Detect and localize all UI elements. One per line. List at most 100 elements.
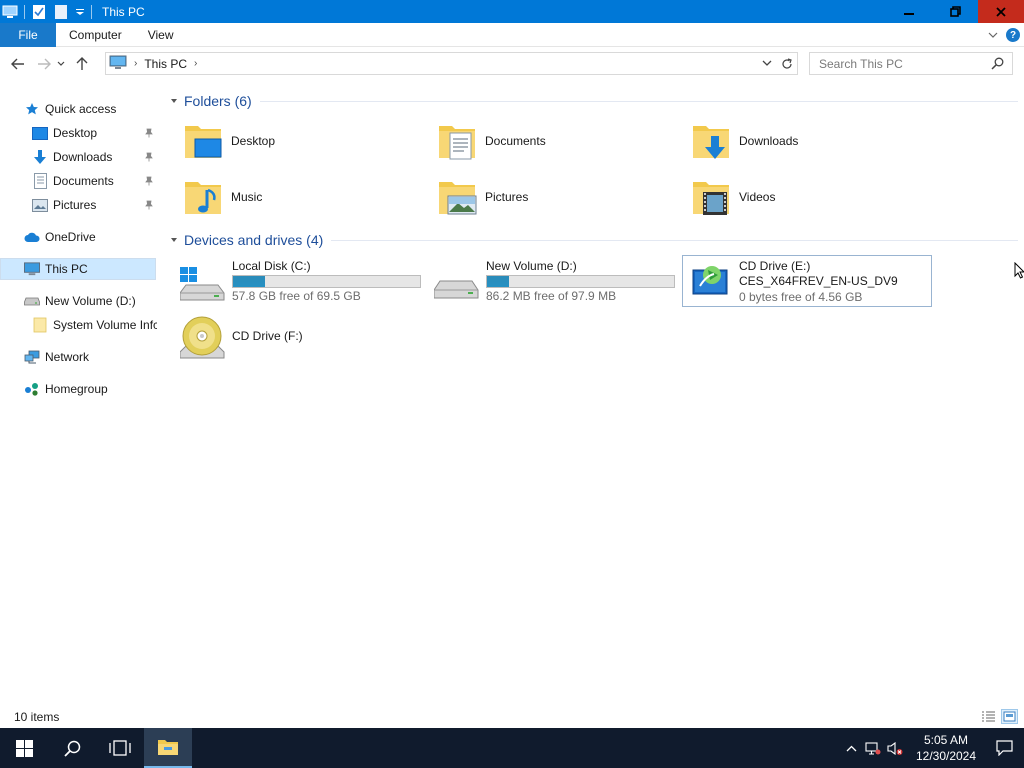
- search-input[interactable]: [819, 56, 989, 71]
- restore-button[interactable]: [932, 0, 978, 23]
- up-arrow-icon: [76, 56, 88, 70]
- restore-icon: [949, 6, 961, 17]
- address-bar-controls: [757, 53, 797, 74]
- sidebar-item-quick-access[interactable]: Quick access: [24, 98, 154, 120]
- folder-tile-downloads[interactable]: Downloads: [674, 116, 914, 166]
- dvd-setup-icon: [692, 262, 738, 302]
- folder-tile-videos[interactable]: Videos: [674, 172, 914, 222]
- network-icon: [24, 349, 40, 365]
- drive-usage-fill: [233, 276, 265, 287]
- refresh-icon[interactable]: [777, 53, 797, 74]
- search-taskbar-button[interactable]: [48, 728, 96, 768]
- pin-icon[interactable]: [144, 176, 154, 186]
- pin-icon[interactable]: [144, 200, 154, 210]
- tab-computer[interactable]: Computer: [56, 23, 135, 47]
- clock-date: 12/30/2024: [915, 749, 977, 763]
- sidebar-item-onedrive[interactable]: OneDrive: [24, 226, 154, 248]
- videos-folder-icon: [690, 176, 732, 218]
- file-explorer-taskbar-button[interactable]: [144, 728, 192, 768]
- help-icon[interactable]: ?: [1006, 28, 1020, 42]
- taskbar: 5:05 AM 12/30/2024: [0, 728, 1024, 768]
- recent-locations-button[interactable]: [55, 53, 67, 75]
- search-box[interactable]: [809, 52, 1013, 75]
- address-bar[interactable]: › This PC ›: [105, 52, 798, 75]
- window-computer-icon[interactable]: [2, 4, 18, 20]
- action-center-button[interactable]: [984, 728, 1024, 768]
- large-icons-view-icon[interactable]: [1001, 709, 1018, 724]
- drive-volume-name: CES_X64FREV_EN-US_DV9: [739, 274, 898, 288]
- sidebar-item-pictures[interactable]: Pictures: [32, 194, 154, 216]
- collapse-chevron-icon[interactable]: [169, 96, 179, 106]
- details-view-icon[interactable]: [980, 709, 997, 724]
- drive-free-space: 86.2 MB free of 97.9 MB: [486, 289, 617, 303]
- sidebar-item-label: Documents: [53, 174, 114, 188]
- tab-view[interactable]: View: [135, 23, 187, 47]
- item-count: 10 items: [14, 710, 60, 724]
- sidebar-item-new-volume-d[interactable]: New Volume (D:): [24, 290, 157, 312]
- close-button[interactable]: [978, 0, 1024, 23]
- drives-group-header[interactable]: Devices and drives (4): [166, 229, 1018, 251]
- task-view-icon: [109, 740, 131, 756]
- folder-label: Music: [231, 190, 263, 204]
- close-icon: [996, 6, 1006, 17]
- view-toggle: [980, 709, 1018, 724]
- volume-muted-icon[interactable]: [884, 728, 906, 768]
- breadcrumb-this-pc[interactable]: This PC: [144, 57, 187, 71]
- folder-tile-documents[interactable]: Documents: [420, 116, 660, 166]
- pin-icon[interactable]: [144, 128, 154, 138]
- sidebar-item-desktop[interactable]: Desktop: [32, 122, 154, 144]
- collapse-chevron-icon[interactable]: [169, 235, 179, 245]
- pictures-folder-icon: [436, 176, 478, 218]
- forward-button[interactable]: [33, 53, 55, 75]
- sidebar-item-this-pc[interactable]: This PC: [0, 258, 156, 280]
- sidebar-item-downloads[interactable]: Downloads: [32, 146, 154, 168]
- sidebar-item-documents[interactable]: Documents: [32, 170, 154, 192]
- drive-tile-cd-drive-f[interactable]: CD Drive (F:): [168, 311, 418, 361]
- drive-tile-new-volume-d[interactable]: New Volume (D:) 86.2 MB free of 97.9 MB: [422, 256, 675, 308]
- drive-tile-local-disk-c[interactable]: Local Disk (C:) 57.8 GB free of 69.5 GB: [168, 256, 421, 308]
- folder-icon: [32, 317, 48, 333]
- expand-ribbon-chevron-icon[interactable]: [988, 28, 998, 42]
- taskbar-clock[interactable]: 5:05 AM 12/30/2024: [908, 732, 984, 764]
- address-history-chevron-icon[interactable]: [757, 53, 777, 74]
- window-title: This PC: [102, 4, 145, 19]
- navigation-pane: Quick access Desktop Downloads Documents…: [0, 94, 157, 704]
- drive-usage-bar: [486, 275, 675, 288]
- customize-toolbar-chevron-icon[interactable]: [75, 4, 85, 20]
- toolbar-separator: [24, 4, 25, 19]
- pictures-icon: [32, 197, 48, 213]
- new-folder-icon[interactable]: [53, 4, 69, 20]
- back-button[interactable]: [7, 53, 29, 75]
- hard-drive-icon: [433, 263, 480, 303]
- sidebar-item-label: Homegroup: [45, 382, 108, 396]
- sidebar-item-label: OneDrive: [45, 230, 96, 244]
- minimize-button[interactable]: [886, 0, 932, 23]
- sidebar-item-homegroup[interactable]: Homegroup: [24, 378, 154, 400]
- drive-tile-cd-drive-e[interactable]: CD Drive (E:) CES_X64FREV_EN-US_DV9 0 by…: [682, 255, 932, 307]
- folder-tile-music[interactable]: Music: [166, 172, 406, 222]
- folder-tile-desktop[interactable]: Desktop: [166, 116, 406, 166]
- quick-access-toolbar: [0, 0, 98, 23]
- breadcrumb-separator-icon[interactable]: ›: [194, 58, 197, 69]
- breadcrumb-separator-icon[interactable]: ›: [134, 58, 137, 69]
- start-button[interactable]: [0, 728, 48, 768]
- sidebar-item-network[interactable]: Network: [24, 346, 154, 368]
- pin-icon[interactable]: [144, 152, 154, 162]
- folder-label: Desktop: [231, 134, 276, 148]
- network-status-icon[interactable]: [862, 728, 884, 768]
- tab-file[interactable]: File: [0, 22, 56, 47]
- sidebar-item-label: Desktop: [53, 126, 98, 140]
- title-bar: This PC: [0, 0, 1024, 23]
- sidebar-item-system-volume-information[interactable]: System Volume Infc: [32, 314, 157, 336]
- show-hidden-icons-chevron-icon[interactable]: [840, 728, 862, 768]
- folders-group-header[interactable]: Folders (6): [166, 90, 1018, 112]
- properties-icon[interactable]: [31, 4, 47, 20]
- content-pane: Folders (6) Desktop Documents Downloads …: [166, 86, 1018, 706]
- cloud-icon: [24, 229, 40, 245]
- desktop-icon: [32, 125, 48, 141]
- task-view-button[interactable]: [96, 728, 144, 768]
- download-arrow-icon: [32, 149, 48, 165]
- up-button[interactable]: [71, 53, 93, 75]
- folder-tile-pictures[interactable]: Pictures: [420, 172, 660, 222]
- search-icon[interactable]: [991, 57, 1004, 73]
